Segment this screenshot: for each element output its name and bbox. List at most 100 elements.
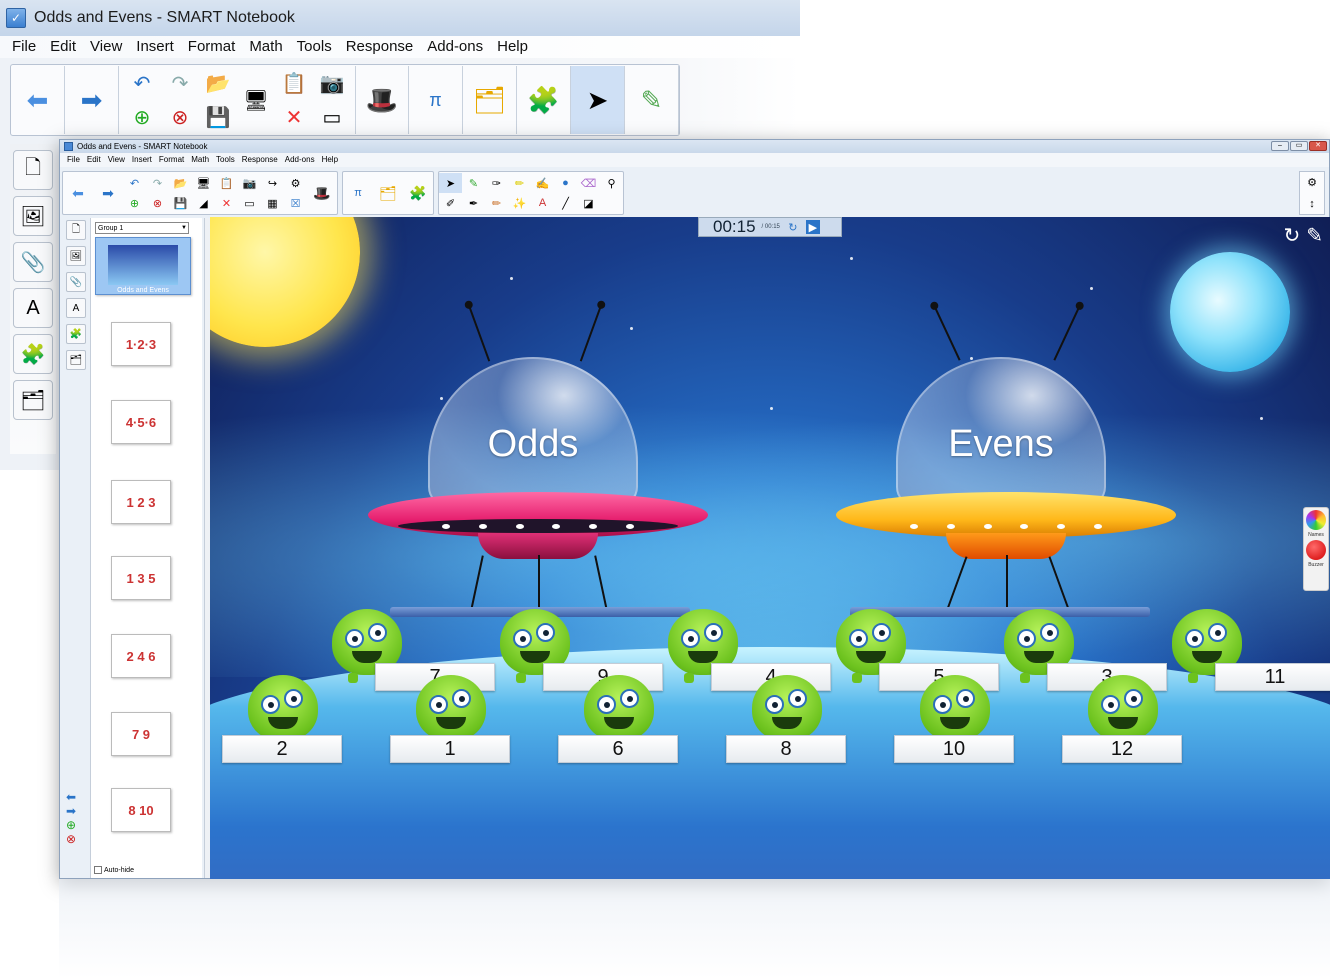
properties-tab-icon[interactable]: A <box>13 288 53 328</box>
inner-toolkit-tab-icon[interactable]: 🗂 <box>66 350 86 370</box>
page-thumb-5[interactable]: 1 3 5 <box>111 556 171 600</box>
inner-add-page-icon[interactable]: ⊕ <box>123 193 146 213</box>
page-thumb-8[interactable]: 8 10 <box>111 788 171 832</box>
timer-reset-icon[interactable]: ↻ <box>786 220 800 234</box>
menu-format[interactable]: Format <box>182 36 244 58</box>
inner-table-icon[interactable]: ▦ <box>261 193 284 213</box>
text-icon[interactable]: A <box>531 193 554 213</box>
inner-capture-icon[interactable]: 📷 <box>238 173 261 193</box>
number-card-bottom-1[interactable]: 2 <box>222 735 342 763</box>
undo-icon[interactable]: ↶ <box>123 66 161 100</box>
creative-pen-icon[interactable]: ✒ <box>462 193 485 213</box>
names-buzzer-widget[interactable]: Names Buzzer <box>1303 507 1329 591</box>
pens-icon[interactable]: ✐ <box>439 193 462 213</box>
autohide-control[interactable]: Auto-hide <box>94 866 134 874</box>
menu-response[interactable]: Response <box>340 36 422 58</box>
magic-icon[interactable]: 🎩 <box>355 66 409 134</box>
inner-shade-icon[interactable]: ▭ <box>238 193 261 213</box>
inner-redo-icon[interactable]: ↷ <box>146 173 169 193</box>
autohide-checkbox[interactable] <box>94 866 102 874</box>
add-page-icon[interactable]: ⊕ <box>123 100 161 134</box>
highlighter-icon[interactable]: ✏ <box>508 173 531 193</box>
inner-menu-edit[interactable]: Edit <box>84 153 105 167</box>
recognition-pen-icon[interactable]: ✍ <box>531 173 554 193</box>
inner-document-camera-icon[interactable]: ↪ <box>261 173 284 193</box>
inner-menu-help[interactable]: Help <box>319 153 342 167</box>
gallery-tab-icon[interactable]: 🖼 <box>13 196 53 236</box>
open-folder-icon[interactable]: 📂 <box>199 66 237 100</box>
inner-delete-icon[interactable]: ✕ <box>215 193 238 213</box>
inner-pen-icon[interactable]: ✎ <box>462 173 485 193</box>
eraser-icon[interactable]: ⌫ <box>577 173 600 193</box>
line-icon[interactable]: ╱ <box>554 193 577 213</box>
page-thumb-1[interactable]: Odds and Evens <box>95 237 191 295</box>
inner-addons-tab-icon[interactable]: 🧩 <box>66 324 86 344</box>
menu-addons[interactable]: Add-ons <box>421 36 491 58</box>
inner-properties-tab-icon[interactable]: A <box>66 298 86 318</box>
names-wheel-icon[interactable] <box>1306 510 1326 530</box>
display-icon[interactable]: 🖥 <box>237 66 275 134</box>
inner-sorter-tab-icon[interactable]: 🗋 <box>66 220 86 240</box>
inner-display-arrow-icon[interactable]: ◢ <box>192 193 215 213</box>
number-card-bottom-4[interactable]: 8 <box>726 735 846 763</box>
addons-tab-icon[interactable]: 🧩 <box>13 334 53 374</box>
shapes-icon[interactable]: ● <box>554 173 577 193</box>
sorter-delete-icon[interactable]: ⊗ <box>66 832 76 846</box>
menu-view[interactable]: View <box>84 36 130 58</box>
redo-icon[interactable]: ↷ <box>161 66 199 100</box>
inner-menu-math[interactable]: Math <box>188 153 213 167</box>
inner-select-icon[interactable]: ➤ <box>439 173 462 193</box>
page-thumb-4[interactable]: 1 2 3 <box>111 480 171 524</box>
settings-gear-icon[interactable]: ⚙ <box>1307 176 1317 189</box>
crayon-icon[interactable]: ✏ <box>485 193 508 213</box>
fill-icon[interactable]: ◪ <box>577 193 600 213</box>
pen-icon[interactable]: ✎ <box>625 66 679 134</box>
inner-close-box-icon[interactable]: ☒ <box>284 193 307 213</box>
inner-menu-insert[interactable]: Insert <box>129 153 156 167</box>
screen-shade-icon[interactable]: ▭ <box>313 100 351 134</box>
menu-math[interactable]: Math <box>243 36 290 58</box>
maximize-icon[interactable]: ▭ <box>1290 141 1308 151</box>
number-card-top-6[interactable]: 11 <box>1215 663 1330 691</box>
calligraphic-pen-icon[interactable]: ✑ <box>485 173 508 193</box>
screen-capture-icon[interactable]: 📷 <box>313 66 351 100</box>
delete-icon[interactable]: ✕ <box>275 100 313 134</box>
paste-icon[interactable]: 📋 <box>275 66 313 100</box>
menu-insert[interactable]: Insert <box>130 36 182 58</box>
evens-ufo[interactable]: Evens <box>836 297 1176 611</box>
minimize-icon[interactable]: – <box>1271 141 1289 151</box>
number-card-bottom-2[interactable]: 1 <box>390 735 510 763</box>
back-arrow-icon[interactable]: ⬅ <box>11 66 65 134</box>
number-card-bottom-5[interactable]: 10 <box>894 735 1014 763</box>
toolbar-move-icon[interactable]: ↕ <box>1309 198 1315 210</box>
page-canvas[interactable]: 00:15 / 00:15 ↻ ▶ ↻ ✎ Odds Evens 7 9 4 5… <box>210 217 1330 879</box>
inner-menu-file[interactable]: File <box>64 153 84 167</box>
sorter-add-icon[interactable]: ⊕ <box>66 818 76 832</box>
page-thumb-7[interactable]: 7 9 <box>111 712 171 756</box>
inner-display-icon[interactable]: 🖥 <box>192 173 215 193</box>
toolkit-tab-icon[interactable]: 🗂 <box>13 380 53 420</box>
sorter-next-icon[interactable]: ➡ <box>66 804 76 818</box>
inner-attach-tab-icon[interactable]: 📎 <box>66 272 86 292</box>
inner-addons-icon[interactable]: 🧩 <box>403 172 433 214</box>
save-icon[interactable]: 💾 <box>199 100 237 134</box>
timer-widget[interactable]: 00:15 / 00:15 ↻ ▶ <box>698 217 842 237</box>
inner-menu-response[interactable]: Response <box>239 153 282 167</box>
inner-toolkit-icon[interactable]: 🗂 <box>373 172 403 214</box>
close-icon[interactable]: ✕ <box>1309 141 1327 151</box>
page-sorter-tab-icon[interactable]: 🗋 <box>13 150 53 190</box>
edit-pencil-icon[interactable]: ✎ <box>1306 223 1323 248</box>
inner-magic-icon[interactable]: 🎩 <box>307 172 337 214</box>
inner-forward-icon[interactable]: ➡ <box>93 172 123 214</box>
group-select[interactable]: Group 1 <box>95 222 189 234</box>
page-thumb-6[interactable]: 2 4 6 <box>111 634 171 678</box>
inner-save-icon[interactable]: 💾 <box>169 193 192 213</box>
odds-ufo[interactable]: Odds <box>368 297 708 611</box>
inner-math-icon[interactable]: π <box>343 172 373 214</box>
math-tools-icon[interactable]: π <box>409 66 463 134</box>
inner-delete-page-icon[interactable]: ⊗ <box>146 193 169 213</box>
inner-paste-icon[interactable]: 📋 <box>215 173 238 193</box>
inner-open-icon[interactable]: 📂 <box>169 173 192 193</box>
buzzer-button-icon[interactable] <box>1306 540 1326 560</box>
menu-file[interactable]: File <box>6 36 44 58</box>
